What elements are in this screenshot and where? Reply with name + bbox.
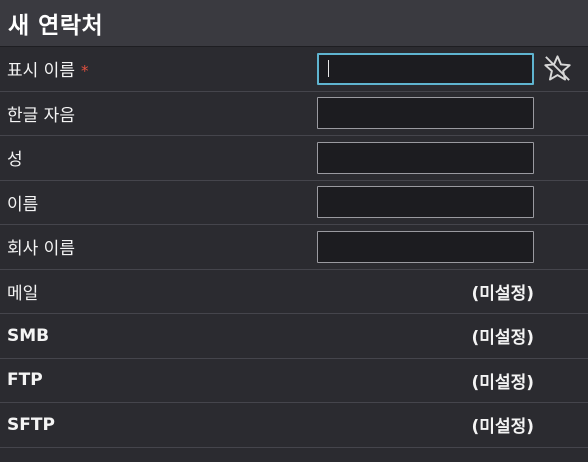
consonant-row: 한글 자음 <box>0 92 588 136</box>
sftp-value: (미설정) <box>471 417 534 438</box>
star-off-icon[interactable] <box>542 53 573 84</box>
display-name-label: 표시 이름 * <box>7 56 88 81</box>
last-name-input[interactable] <box>317 141 534 174</box>
ftp-label: FTP <box>7 370 43 391</box>
ftp-value: (미설정) <box>471 372 534 393</box>
last-name-label: 성 <box>7 150 23 171</box>
page-title: 새 연락처 <box>8 13 104 39</box>
first-name-label: 이름 <box>7 194 39 215</box>
required-mark: * <box>80 62 89 81</box>
consonant-label: 한글 자음 <box>7 105 75 126</box>
company-name-label: 회사 이름 <box>7 239 75 260</box>
company-name-row: 회사 이름 <box>0 225 588 270</box>
company-name-input[interactable] <box>317 230 534 263</box>
sftp-label: SFTP <box>7 414 55 435</box>
smb-value: (미설정) <box>471 328 534 349</box>
text-caret <box>328 60 329 78</box>
sftp-row[interactable]: SFTP (미설정) <box>0 403 588 448</box>
display-name-label-text: 표시 이름 <box>7 61 75 82</box>
title-bar: 새 연락처 <box>0 0 588 47</box>
display-name-row: 표시 이름 * <box>0 47 588 92</box>
first-name-row: 이름 <box>0 181 588 225</box>
mail-row[interactable]: 메일 (미설정) <box>0 270 588 314</box>
mail-label: 메일 <box>7 283 39 304</box>
first-name-input[interactable] <box>317 186 534 219</box>
smb-row[interactable]: SMB (미설정) <box>0 314 588 359</box>
last-name-row: 성 <box>0 136 588 181</box>
ftp-row[interactable]: FTP (미설정) <box>0 359 588 403</box>
display-name-input[interactable] <box>317 52 534 85</box>
smb-label: SMB <box>7 325 50 346</box>
mail-value: (미설정) <box>471 283 534 304</box>
consonant-input[interactable] <box>317 97 534 130</box>
